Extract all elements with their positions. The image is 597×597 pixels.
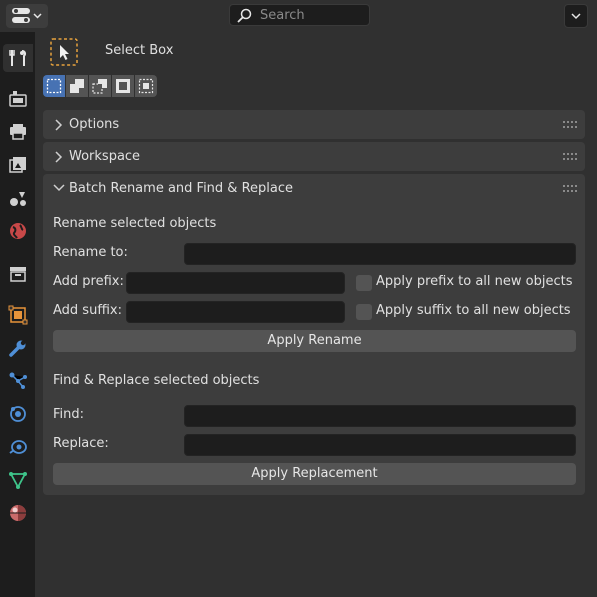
- properties-editor-icon: [12, 8, 42, 23]
- options-panel-title: Options: [69, 117, 120, 132]
- wrench-icon: [9, 340, 26, 357]
- mode-intersect-icon: [138, 78, 154, 94]
- world-icon: [10, 223, 26, 239]
- mode-invert-button[interactable]: [112, 75, 134, 97]
- drag-grip-icon[interactable]: [563, 185, 577, 193]
- chevron-down-icon: [53, 184, 65, 192]
- search-icon: [237, 8, 252, 23]
- tool-icon: [9, 50, 27, 66]
- add-prefix-field[interactable]: [126, 272, 345, 294]
- chevron-right-icon: [55, 119, 63, 131]
- find-label: Find:: [53, 407, 85, 422]
- add-suffix-label: Add suffix:: [53, 303, 122, 318]
- scene-icon: [10, 192, 26, 206]
- apply-replacement-button[interactable]: Apply Replacement: [53, 463, 576, 485]
- editor-type-dropdown[interactable]: [6, 4, 48, 28]
- tab-render[interactable]: [3, 85, 33, 113]
- drag-grip-icon[interactable]: [563, 121, 577, 129]
- search-box[interactable]: [229, 4, 370, 26]
- mode-intersect-button[interactable]: [135, 75, 157, 97]
- mesh-data-icon: [9, 472, 27, 489]
- particles-icon: [9, 372, 27, 389]
- tab-material[interactable]: [3, 499, 33, 527]
- workspace-panel-header[interactable]: Workspace: [43, 142, 585, 171]
- tab-world[interactable]: [3, 217, 33, 245]
- drag-grip-icon[interactable]: [563, 153, 577, 161]
- tab-output[interactable]: [3, 118, 33, 146]
- physics-icon: [10, 406, 26, 422]
- add-suffix-field[interactable]: [126, 301, 345, 323]
- tab-object[interactable]: [3, 301, 33, 329]
- apply-suffix-label: Apply suffix to all new objects: [376, 303, 571, 318]
- rename-to-label: Rename to:: [53, 245, 128, 260]
- tab-tool[interactable]: [3, 44, 33, 72]
- workspace-panel: Workspace: [43, 142, 585, 171]
- replace-label: Replace:: [53, 436, 109, 451]
- selection-mode-buttons: [43, 75, 157, 99]
- select-box-icon: [50, 38, 78, 66]
- tab-scene[interactable]: [3, 184, 33, 212]
- chevron-right-icon: [55, 151, 63, 163]
- add-prefix-label: Add prefix:: [53, 274, 124, 289]
- output-icon: [10, 124, 26, 140]
- find-field[interactable]: [184, 405, 576, 427]
- apply-suffix-checkbox[interactable]: [356, 304, 372, 320]
- tab-view-layer[interactable]: [3, 151, 33, 179]
- tab-physics[interactable]: [3, 400, 33, 428]
- apply-prefix-checkbox[interactable]: [356, 275, 372, 291]
- options-dropdown-button[interactable]: [564, 4, 588, 28]
- batch-rename-panel-header[interactable]: Batch Rename and Find & Replace: [43, 174, 585, 203]
- tab-modifiers[interactable]: [3, 334, 33, 362]
- select-box-tool-button[interactable]: [50, 38, 78, 66]
- workspace-panel-title: Workspace: [69, 149, 141, 164]
- replace-section-title: Find & Replace selected objects: [53, 373, 260, 388]
- batch-rename-panel-title: Batch Rename and Find & Replace: [69, 181, 293, 196]
- tab-data[interactable]: [3, 466, 33, 494]
- mode-invert-icon: [116, 79, 130, 93]
- options-panel-header[interactable]: Options: [43, 110, 585, 139]
- mode-extend-icon: [70, 79, 84, 93]
- constraints-icon: [9, 440, 27, 454]
- replace-field[interactable]: [184, 434, 576, 456]
- tab-constraints[interactable]: [3, 433, 33, 461]
- tab-collection[interactable]: [3, 260, 33, 288]
- rename-to-field[interactable]: [184, 243, 576, 265]
- tab-particles[interactable]: [3, 367, 33, 395]
- apply-prefix-label: Apply prefix to all new objects: [376, 274, 573, 289]
- batch-rename-panel: Batch Rename and Find & Replace Rename s…: [43, 174, 585, 495]
- mode-extend-button[interactable]: [66, 75, 88, 97]
- properties-tabs: [0, 32, 35, 597]
- object-icon: [8, 305, 28, 325]
- search-input[interactable]: [260, 7, 365, 23]
- mode-new-icon: [46, 78, 62, 94]
- properties-content: Select Box Options Workspace Batch Renam…: [35, 32, 597, 597]
- render-icon: [9, 91, 27, 107]
- tool-name: Select Box: [105, 43, 174, 58]
- material-icon: [10, 505, 26, 521]
- apply-rename-button[interactable]: Apply Rename: [53, 330, 576, 352]
- mode-subtract-button[interactable]: [89, 75, 111, 97]
- mode-new-button[interactable]: [43, 75, 65, 97]
- collection-icon: [10, 267, 26, 282]
- options-panel: Options: [43, 110, 585, 139]
- rename-section-title: Rename selected objects: [53, 216, 217, 231]
- mode-subtract-icon: [92, 79, 107, 94]
- chevron-down-icon: [571, 13, 581, 20]
- properties-header: [0, 0, 597, 32]
- view-layer-icon: [9, 157, 26, 173]
